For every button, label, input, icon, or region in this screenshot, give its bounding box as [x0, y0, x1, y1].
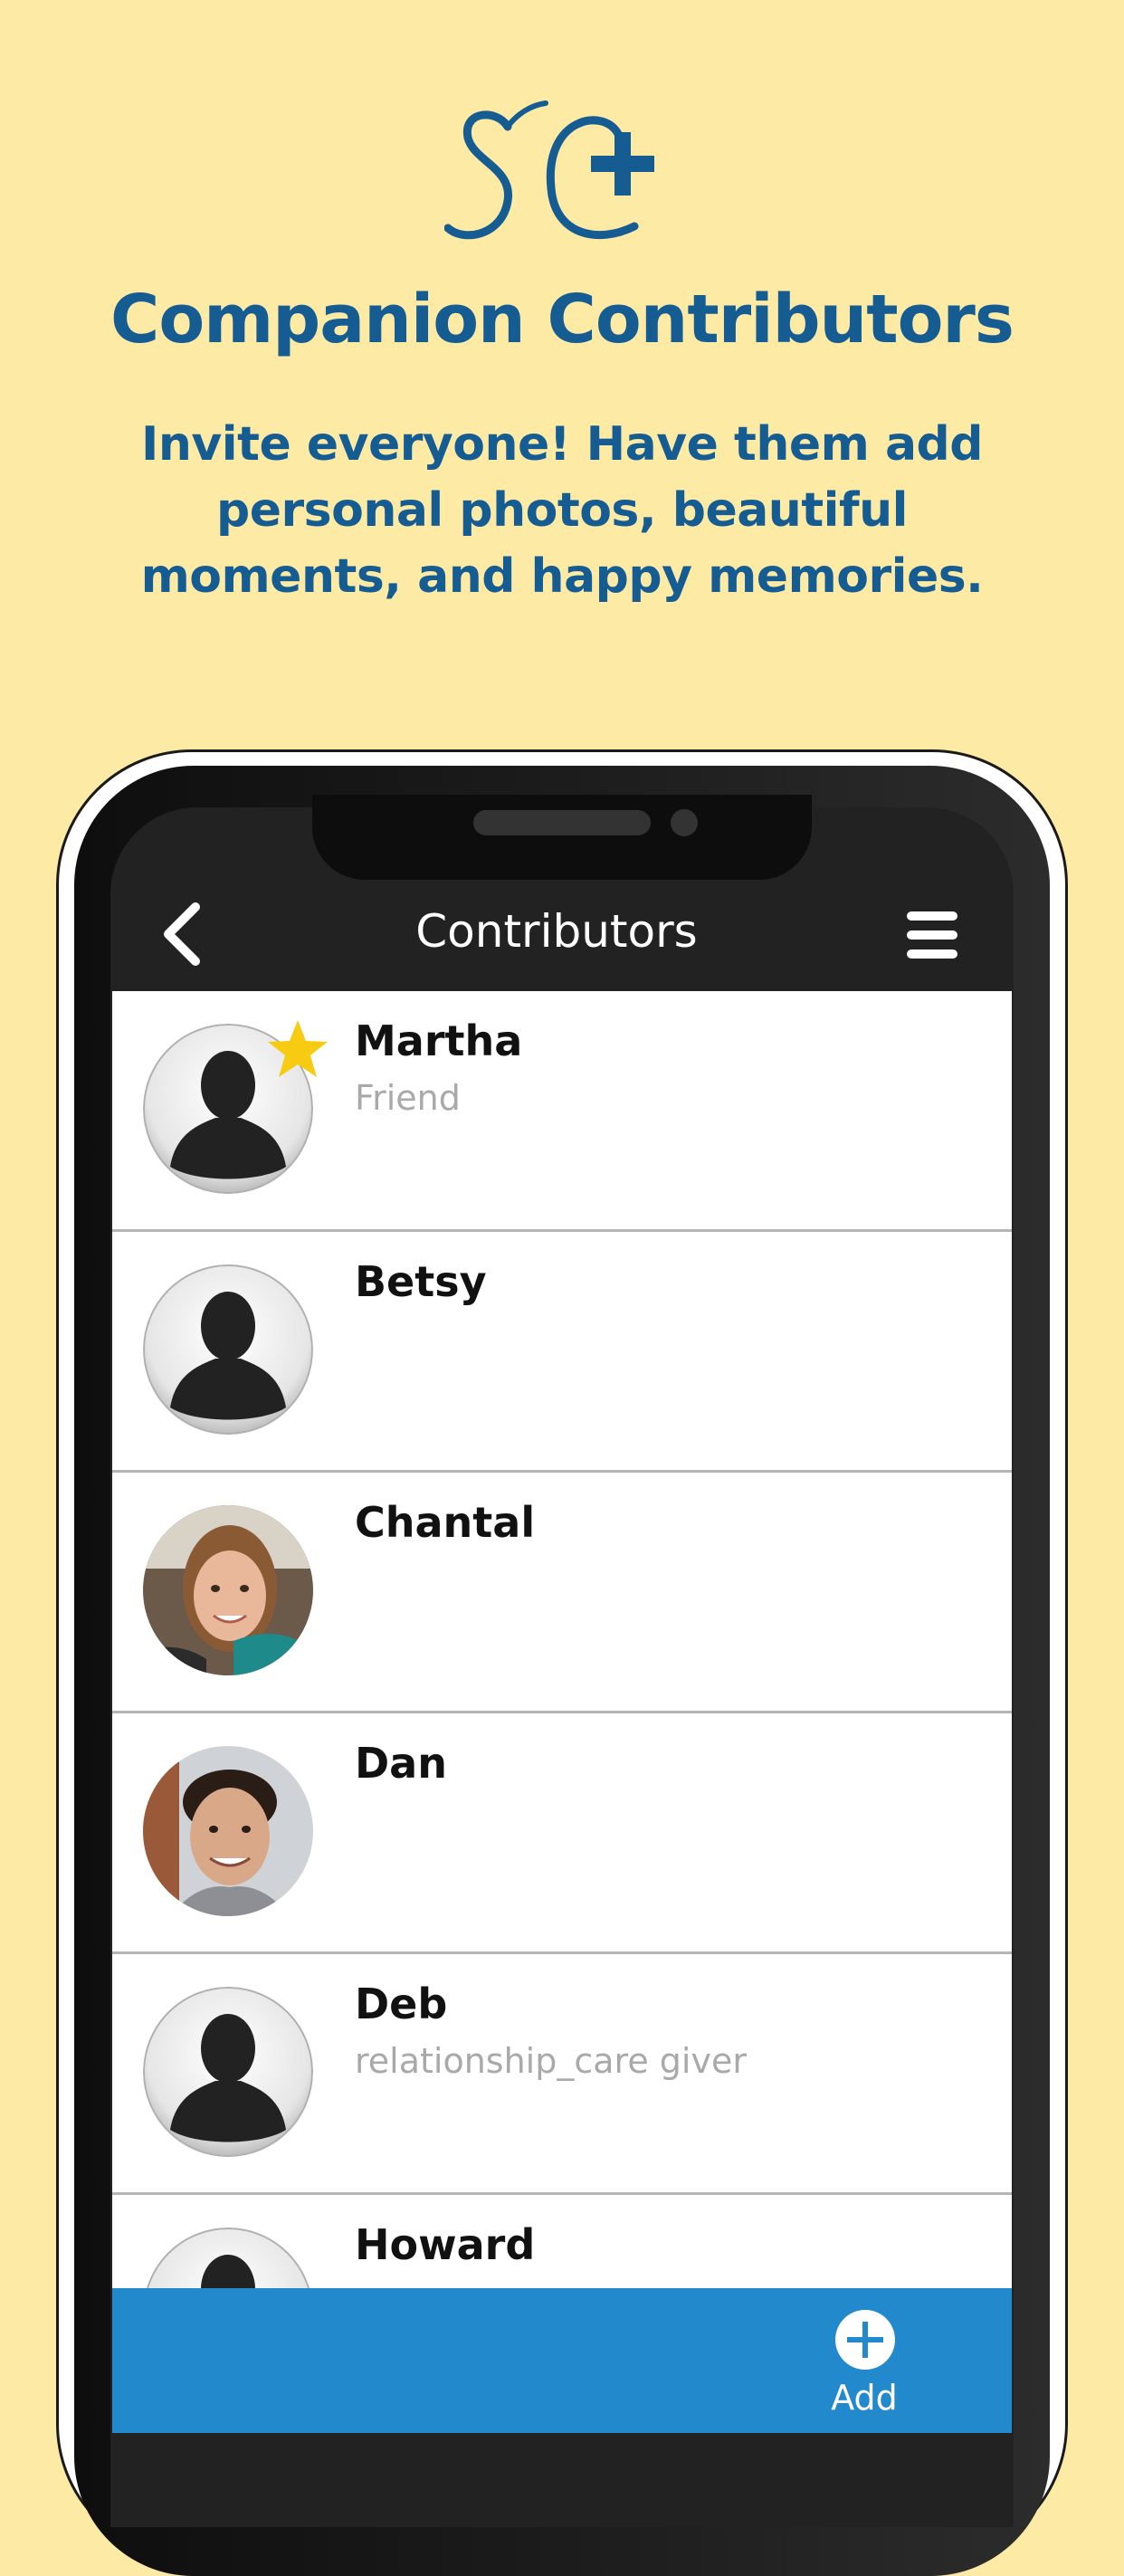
- list-item[interactable]: Howard: [112, 2195, 1012, 2288]
- page-title: Contributors: [415, 905, 698, 958]
- list-item[interactable]: Dan: [112, 1713, 1012, 1954]
- avatar-photo: [143, 1505, 313, 1675]
- contributor-name: Dan: [355, 1739, 447, 1788]
- contributor-name: Deb: [355, 1980, 448, 2028]
- profile-photo-icon: [143, 1505, 313, 1675]
- phone-notch: [312, 795, 812, 880]
- phone-camera: [671, 809, 698, 836]
- person-silhouette-icon: [146, 2228, 310, 2288]
- logo-icon: [444, 100, 654, 240]
- add-contributor-button[interactable]: Add: [805, 2304, 923, 2421]
- star-icon: [268, 1020, 328, 1077]
- promo-title: Companion Contributors: [110, 281, 1014, 358]
- add-label: Add: [831, 2378, 898, 2418]
- back-button[interactable]: [154, 898, 217, 970]
- sc-plus-logo: [0, 91, 1124, 262]
- avatar: [143, 1264, 313, 1435]
- contributor-name: Chantal: [355, 1498, 536, 1547]
- contributor-relationship: Friend: [355, 1078, 461, 1118]
- plus-circle-icon: [835, 2310, 895, 2370]
- avatar: [143, 2228, 313, 2288]
- person-silhouette-icon: [143, 1987, 313, 2157]
- profile-photo-icon: [143, 1746, 313, 1916]
- list-item[interactable]: Betsy: [112, 1232, 1012, 1473]
- avatar: [143, 1987, 313, 2157]
- phone-speaker: [473, 810, 651, 835]
- contributor-name: Howard: [355, 2220, 536, 2269]
- list-item[interactable]: Martha Friend: [112, 991, 1012, 1232]
- contributors-list: Martha Friend Betsy Chantal Dan Deb rela…: [112, 991, 1012, 2288]
- contributor-name: Betsy: [355, 1257, 487, 1306]
- list-item[interactable]: Deb relationship_care giver: [112, 1954, 1012, 2195]
- list-item[interactable]: Chantal: [112, 1473, 1012, 1713]
- person-silhouette-icon: [143, 1264, 313, 1435]
- promo-subtitle: Invite everyone! Have them add personal …: [140, 417, 984, 604]
- avatar-photo: [143, 1746, 313, 1916]
- chevron-left-icon: [164, 902, 200, 966]
- contributor-name: Martha: [355, 1016, 523, 1065]
- menu-button[interactable]: [901, 908, 965, 962]
- contributor-relationship: relationship_care giver: [355, 2041, 747, 2081]
